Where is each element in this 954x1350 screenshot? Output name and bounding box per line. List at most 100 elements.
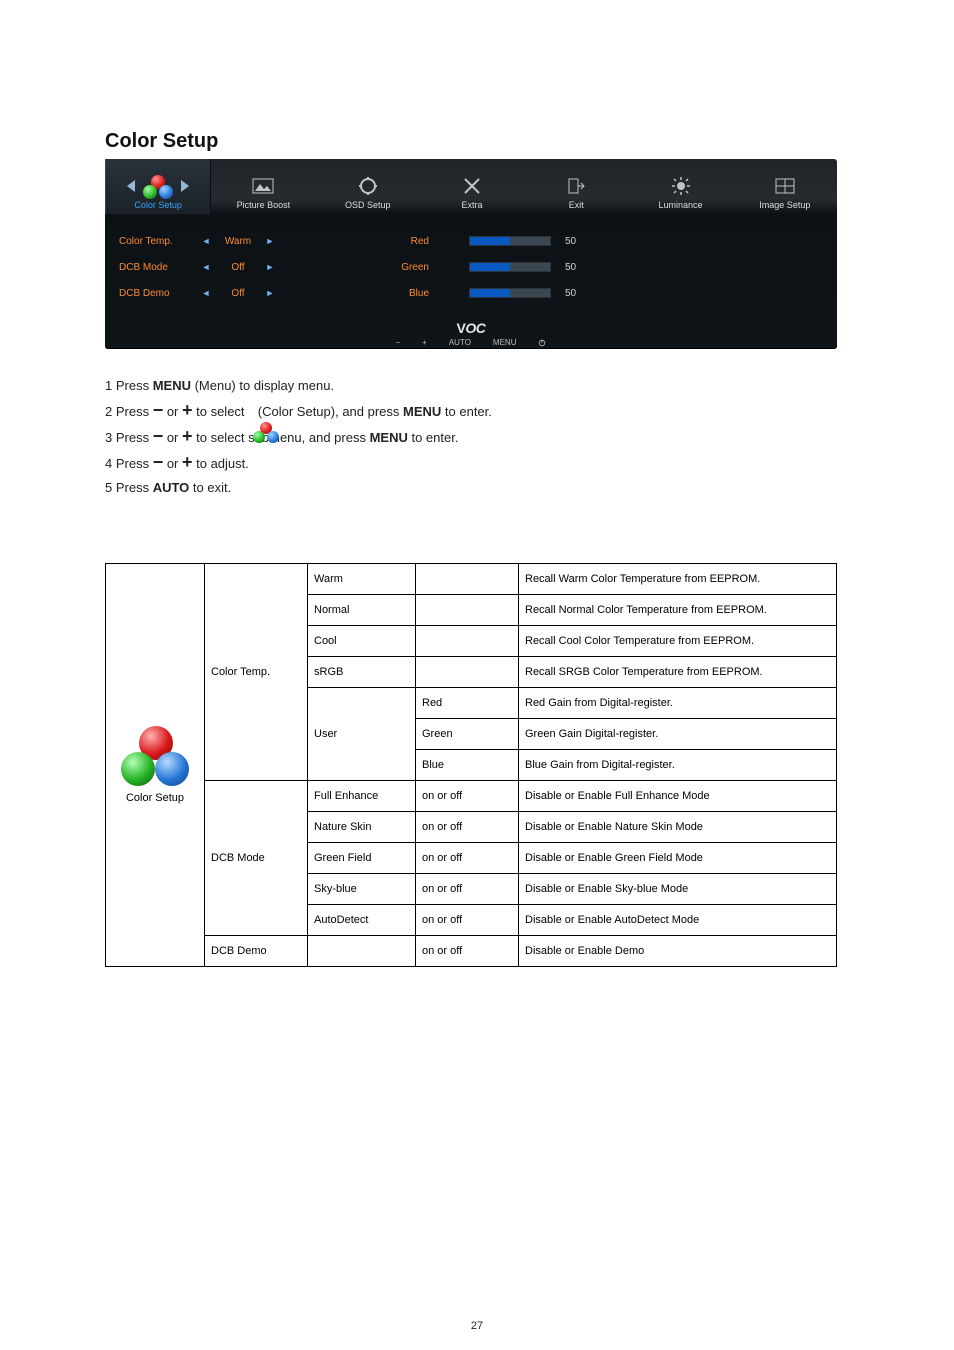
plus-icon: +: [182, 400, 193, 420]
slider-green[interactable]: 50: [469, 254, 829, 280]
table-group: Color Temp.: [205, 564, 308, 781]
plus-icon: +: [182, 452, 193, 472]
section-heading: Color Setup: [105, 130, 218, 153]
arrow-right-icon[interactable]: ►: [263, 288, 277, 298]
table-value: on or off: [416, 781, 519, 812]
table-name: Cool: [308, 626, 416, 657]
color-setup-icon: [141, 175, 175, 197]
table-name: Green Field: [308, 843, 416, 874]
tab-extra[interactable]: Extra: [420, 159, 524, 214]
osd-tab-bar: Color Setup Picture Boost OSD Setup Extr…: [105, 159, 837, 214]
slider-value: 50: [561, 262, 576, 273]
table-desc: Disable or Enable Full Enhance Mode: [519, 781, 837, 812]
table-value: [416, 564, 519, 595]
osd-setup-icon: [358, 174, 378, 198]
arrow-left-icon[interactable]: ◄: [199, 236, 213, 246]
table-value: [416, 657, 519, 688]
page-number: 27: [0, 1320, 954, 1332]
slider-red[interactable]: 50: [469, 228, 829, 254]
table-group: DCB Demo: [205, 936, 308, 967]
table-value: on or off: [416, 843, 519, 874]
table-desc: Disable or Enable Nature Skin Mode: [519, 812, 837, 843]
table-name: [308, 936, 416, 967]
table-row: Color Setup Color Temp. Warm Recall Warm…: [106, 564, 837, 595]
tab-luminance[interactable]: Luminance: [628, 159, 732, 214]
channel-blue-label: Blue: [349, 288, 429, 299]
table-desc: Recall Normal Color Temperature from EEP…: [519, 595, 837, 626]
table-value: Blue: [416, 750, 519, 781]
table-value: Green: [416, 719, 519, 750]
luminance-icon: [671, 174, 691, 198]
hw-minus-icon: −: [396, 338, 401, 347]
arrow-right-icon[interactable]: ►: [263, 262, 277, 272]
osd-settings-list: Color Temp. ◄ Warm ► DCB Mode ◄ Off ► DC…: [119, 228, 319, 306]
slider-blue[interactable]: 50: [469, 280, 829, 306]
tab-label: Extra: [461, 200, 482, 210]
table-name: sRGB: [308, 657, 416, 688]
minus-icon: −: [153, 426, 164, 446]
chevron-right-icon: [181, 180, 189, 192]
setting-value: Off: [213, 288, 263, 299]
table-desc: Green Gain Digital-register.: [519, 719, 837, 750]
osd-sliders: 50 50 50: [469, 228, 829, 306]
plus-icon: +: [182, 426, 193, 446]
table-value: Red: [416, 688, 519, 719]
table-group: DCB Mode: [205, 781, 308, 936]
setting-label: Color Temp.: [119, 236, 199, 247]
setting-color-temp[interactable]: Color Temp. ◄ Warm ►: [119, 228, 319, 254]
tab-exit[interactable]: Exit: [524, 159, 628, 214]
tab-color-setup[interactable]: Color Setup: [105, 159, 211, 214]
table-value: [416, 626, 519, 657]
table-row: DCB ModeFull Enhanceon or offDisable or …: [106, 781, 837, 812]
tab-label: Luminance: [659, 200, 703, 210]
tab-label: Exit: [569, 200, 584, 210]
tab-picture-boost[interactable]: Picture Boost: [211, 159, 315, 214]
table-desc: Disable or Enable AutoDetect Mode: [519, 905, 837, 936]
instruction-step-3: 3 Press − or + to select submenu, and pr…: [105, 424, 837, 450]
table-desc: Disable or Enable Demo: [519, 936, 837, 967]
table-value: on or off: [416, 936, 519, 967]
tab-osd-setup[interactable]: OSD Setup: [316, 159, 420, 214]
arrow-left-icon[interactable]: ◄: [199, 262, 213, 272]
table-name: Normal: [308, 595, 416, 626]
table-name: Full Enhance: [308, 781, 416, 812]
table-desc: Disable or Enable Green Field Mode: [519, 843, 837, 874]
slider-value: 50: [561, 288, 576, 299]
table-desc: Recall SRGB Color Temperature from EEPRO…: [519, 657, 837, 688]
tab-label: Picture Boost: [237, 200, 291, 210]
table-desc: Blue Gain from Digital-register.: [519, 750, 837, 781]
tab-label: Image Setup: [759, 200, 810, 210]
table-row: DCB Demo on or offDisable or Enable Demo: [106, 936, 837, 967]
tab-label: Color Setup: [134, 200, 182, 210]
instruction-step-1: 1 Press MENU (Menu) to display menu.: [105, 374, 837, 398]
tab-label: OSD Setup: [345, 200, 391, 210]
setting-dcb-demo[interactable]: DCB Demo ◄ Off ►: [119, 280, 319, 306]
table-icon-label: Color Setup: [112, 792, 198, 804]
color-setup-icon: [115, 726, 195, 786]
image-setup-icon: [775, 174, 795, 198]
setting-dcb-mode[interactable]: DCB Mode ◄ Off ►: [119, 254, 319, 280]
table-value: on or off: [416, 905, 519, 936]
table-value: [416, 595, 519, 626]
instruction-list: 1 Press MENU (Menu) to display menu. 2 P…: [105, 374, 837, 500]
instruction-step-2: 2 Press − or + to select (Color Setup), …: [105, 398, 837, 424]
setting-label: DCB Demo: [119, 288, 199, 299]
table-name: Nature Skin: [308, 812, 416, 843]
tab-image-setup[interactable]: Image Setup: [733, 159, 837, 214]
exit-icon: [567, 174, 585, 198]
table-name: Warm: [308, 564, 416, 595]
brand-logo: VOC: [457, 320, 486, 336]
arrow-left-icon[interactable]: ◄: [199, 288, 213, 298]
color-setup-table: Color Setup Color Temp. Warm Recall Warm…: [105, 563, 837, 967]
osd-brand-bar: VOC − + AUTO MENU: [105, 320, 837, 347]
channel-red-label: Red: [349, 236, 429, 247]
hw-plus-icon: +: [422, 338, 427, 347]
table-desc: Red Gain from Digital-register.: [519, 688, 837, 719]
table-name: Sky-blue: [308, 874, 416, 905]
table-value: on or off: [416, 874, 519, 905]
arrow-right-icon[interactable]: ►: [263, 236, 277, 246]
osd-menu: Color Setup Picture Boost OSD Setup Extr…: [105, 159, 837, 349]
chevron-left-icon: [127, 180, 135, 192]
slider-value: 50: [561, 236, 576, 247]
osd-channel-labels: Red Green Blue: [349, 228, 439, 306]
